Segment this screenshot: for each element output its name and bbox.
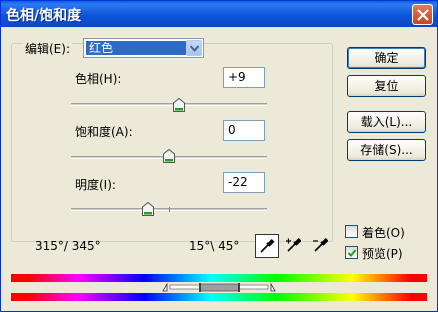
slider-center-tick	[169, 207, 170, 212]
ok-button[interactable]: 确定	[347, 47, 426, 69]
hue-slider-track[interactable]	[71, 103, 267, 106]
checkmark-icon	[347, 249, 357, 257]
saturation-label: 饱和度(A):	[75, 125, 133, 139]
eyedropper-plus-icon	[286, 237, 301, 252]
adjustment-group	[11, 43, 333, 242]
preview-label: 预览(P)	[362, 247, 403, 261]
eyedropper-plus-tool[interactable]	[282, 234, 306, 258]
close-icon	[417, 9, 429, 21]
colorize-label: 着色(O)	[362, 226, 405, 240]
eyedropper-icon	[260, 238, 275, 253]
reset-button[interactable]: 复位	[347, 75, 426, 97]
range-selector-markers	[162, 282, 276, 292]
dialog-content: 编辑(E): 红色 色相(H): +9 饱和度(A): 0 明度(I): -22	[1, 27, 437, 311]
slider-thumb-icon[interactable]	[142, 202, 154, 216]
edit-channel-select[interactable]: 红色	[83, 38, 204, 58]
range-right-readout: 15°\ 45°	[189, 239, 240, 253]
slider-thumb-icon[interactable]	[163, 149, 175, 163]
hue-input[interactable]: +9	[223, 67, 265, 88]
edit-selected-value: 红色	[86, 41, 186, 55]
hue-label: 色相(H):	[75, 72, 122, 86]
saturation-input[interactable]: 0	[223, 120, 265, 141]
edit-label: 编辑(E):	[23, 40, 72, 57]
eyedropper-minus-tool[interactable]	[309, 234, 333, 258]
range-left-readout: 315°/ 345°	[35, 239, 101, 253]
preview-checkbox[interactable]	[345, 246, 358, 259]
eyedropper-tool[interactable]	[255, 234, 279, 258]
dropdown-button[interactable]	[186, 40, 202, 56]
window-title: 色相/饱和度	[6, 8, 82, 24]
load-button[interactable]: 载入(L)...	[347, 111, 426, 133]
input-spectrum-bar	[11, 274, 427, 282]
output-spectrum-bar	[11, 293, 427, 301]
range-selector[interactable]	[11, 282, 427, 293]
colorize-checkbox[interactable]	[345, 225, 358, 238]
save-button[interactable]: 存储(S)...	[347, 139, 426, 161]
slider-thumb-icon[interactable]	[173, 98, 185, 112]
dropdown-arrow-icon	[190, 45, 199, 52]
title-bar[interactable]: 色相/饱和度	[1, 1, 437, 27]
close-button[interactable]	[412, 4, 433, 25]
hue-saturation-dialog: 色相/饱和度 编辑(E): 红色 色相(H): +9 饱和度(A): 0 明度(…	[0, 0, 438, 312]
eyedropper-minus-icon	[313, 237, 328, 252]
lightness-input[interactable]: -22	[223, 172, 265, 193]
lightness-label: 明度(I):	[75, 178, 116, 192]
